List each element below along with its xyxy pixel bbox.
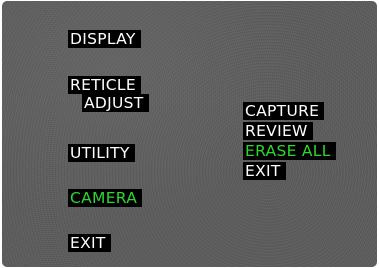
submenu-item-erase-all-label: ERASE ALL [243, 142, 336, 160]
submenu-item-review-label: REVIEW [243, 122, 313, 140]
menu-item-camera-label: CAMERA [68, 189, 143, 207]
camera-submenu: CAPTURE REVIEW ERASE ALL EXIT [243, 102, 336, 180]
submenu-item-exit[interactable]: EXIT [243, 162, 336, 180]
submenu-item-exit-label: EXIT [243, 162, 286, 180]
menu-item-display-label: DISPLAY [68, 30, 141, 48]
menu-item-utility[interactable]: UTILITY [68, 144, 135, 162]
device-osd-screen: DISPLAY RETICLE ADJUST UTILITY CAMERA EX… [2, 1, 377, 267]
submenu-item-erase-all[interactable]: ERASE ALL [243, 142, 336, 160]
menu-item-reticle-label: RETICLE [68, 76, 141, 94]
submenu-item-capture[interactable]: CAPTURE [243, 102, 336, 120]
submenu-item-review[interactable]: REVIEW [243, 122, 336, 140]
submenu-item-capture-label: CAPTURE [243, 102, 325, 120]
menu-item-adjust-label: ADJUST [82, 94, 149, 112]
menu-item-camera[interactable]: CAMERA [68, 189, 143, 207]
menu-item-reticle-adjust[interactable]: RETICLE ADJUST [68, 76, 149, 112]
menu-item-display[interactable]: DISPLAY [68, 30, 141, 48]
menu-item-utility-label: UTILITY [68, 144, 135, 162]
menu-item-exit-label: EXIT [68, 234, 111, 252]
menu-item-exit[interactable]: EXIT [68, 234, 111, 252]
